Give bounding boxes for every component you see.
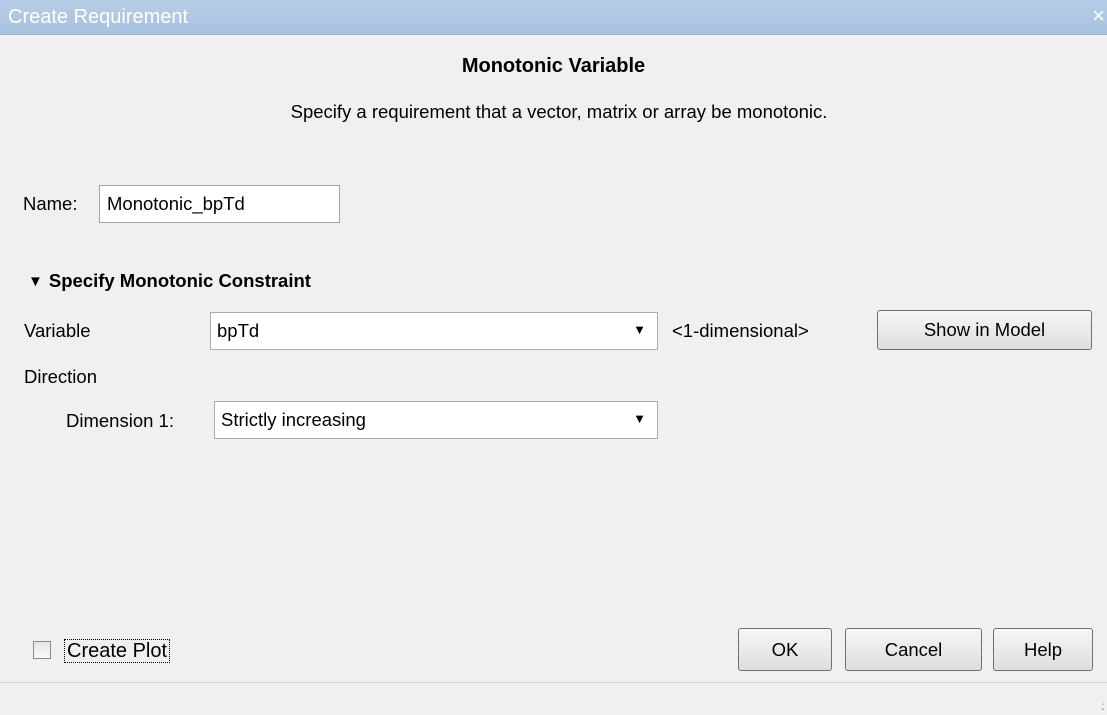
- show-in-model-button[interactable]: Show in Model: [877, 310, 1092, 350]
- dropdown-arrow-icon: ▼: [633, 322, 646, 337]
- create-plot-checkbox[interactable]: [33, 641, 51, 659]
- title-bar: Create Requirement ×: [0, 0, 1107, 35]
- create-plot-label[interactable]: Create Plot: [64, 639, 171, 663]
- page-description: Specify a requirement that a vector, mat…: [290, 101, 828, 122]
- dimension-1-label: Dimension 1:: [66, 410, 174, 431]
- direction-label: Direction: [24, 366, 97, 387]
- triangle-down-icon: ▼: [28, 272, 43, 290]
- name-input[interactable]: [99, 185, 340, 223]
- close-icon[interactable]: ×: [1092, 3, 1105, 29]
- resize-grip-icon[interactable]: .:: [1100, 699, 1104, 713]
- section-title: Specify Monotonic Constraint: [48, 270, 311, 291]
- ok-button[interactable]: OK: [738, 628, 832, 671]
- dimension-info: <1-dimensional>: [672, 320, 809, 341]
- cancel-button[interactable]: Cancel: [845, 628, 982, 671]
- variable-select-value: bpTd: [217, 320, 260, 341]
- window-title: Create Requirement: [8, 6, 189, 28]
- variable-select[interactable]: bpTd ▼: [210, 312, 658, 350]
- dropdown-arrow-icon: ▼: [633, 411, 646, 426]
- variable-label: Variable: [24, 320, 91, 341]
- page-title: Monotonic Variable: [461, 55, 646, 77]
- direction-select[interactable]: Strictly increasing ▼: [214, 401, 658, 439]
- direction-select-value: Strictly increasing: [221, 409, 366, 430]
- name-label: Name:: [23, 193, 78, 214]
- status-bar: .:: [0, 682, 1107, 715]
- section-toggle-monotonic-constraint[interactable]: ▼ Specify Monotonic Constraint: [28, 270, 311, 292]
- help-button[interactable]: Help: [993, 628, 1093, 671]
